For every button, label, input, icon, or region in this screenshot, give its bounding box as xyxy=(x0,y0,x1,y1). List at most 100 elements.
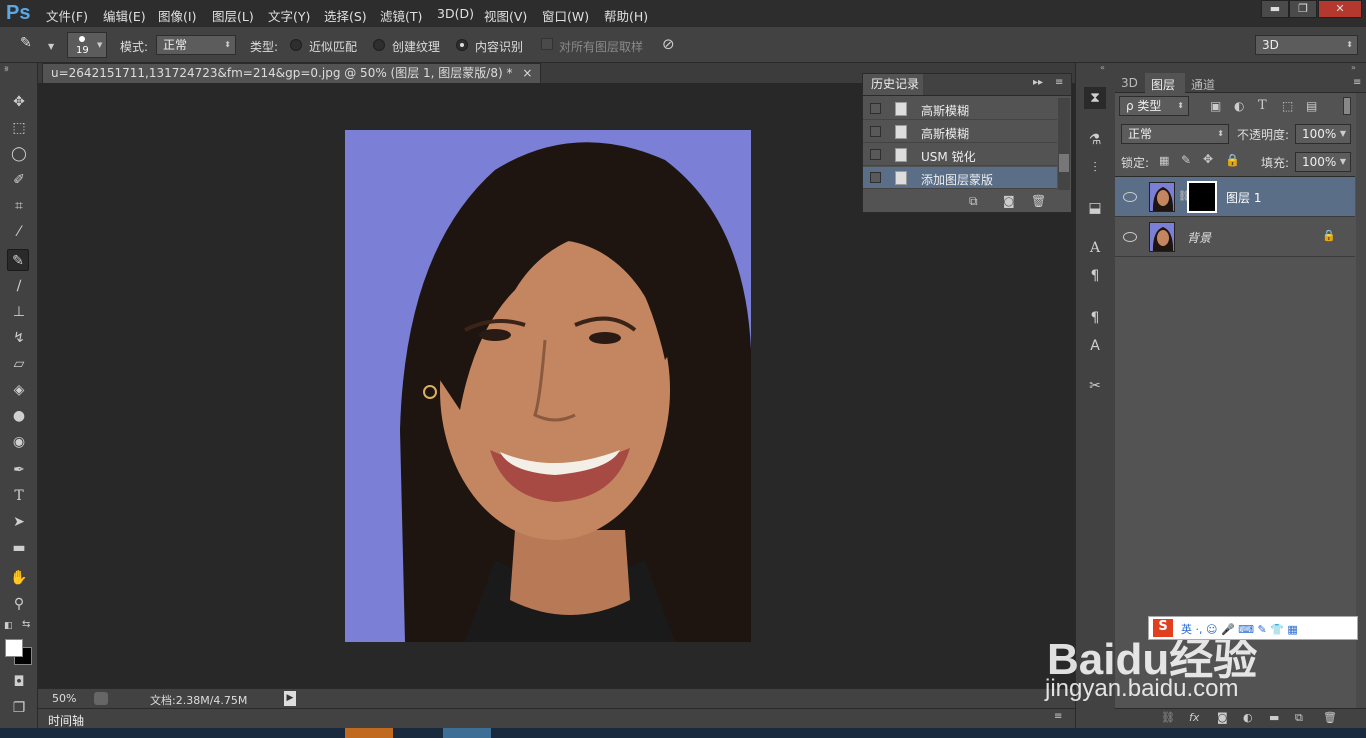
new-layer-icon[interactable]: ⧉ xyxy=(1295,711,1303,725)
lock-transparency-icon[interactable]: ▦ xyxy=(1159,154,1169,167)
lock-all-icon[interactable]: 🔒 xyxy=(1225,153,1240,167)
quick-select-tool-icon[interactable]: ✐ xyxy=(8,169,30,191)
brush-tool-icon[interactable]: ∕ xyxy=(8,275,30,297)
foreground-color-swatch[interactable] xyxy=(5,639,23,657)
pen-tool-icon[interactable]: ✒ xyxy=(8,459,30,481)
camera-snapshot-icon[interactable]: ◙ xyxy=(1003,194,1015,208)
paint-bucket-tool-icon[interactable]: ◈ xyxy=(8,379,30,401)
clone-stamp-tool-icon[interactable]: ⊥ xyxy=(8,301,30,323)
new-group-icon[interactable]: ▬ xyxy=(1269,711,1279,724)
shape-filter-icon[interactable]: ⬚ xyxy=(1282,99,1293,113)
workspace-select[interactable]: 3D ⬍ xyxy=(1255,35,1358,55)
mode-select[interactable]: 正常 ⬍ xyxy=(156,35,236,55)
history-brush-tool-icon[interactable]: ↯ xyxy=(8,327,30,349)
collapse-arrows-icon[interactable]: « xyxy=(1100,63,1105,72)
timeline-tab[interactable]: 时间轴 xyxy=(48,712,84,729)
history-snapshot-checkbox[interactable] xyxy=(870,149,881,160)
minimize-button[interactable]: ▬ xyxy=(1261,0,1289,18)
history-item[interactable]: USM 锐化 xyxy=(863,144,1057,166)
smart-object-filter-icon[interactable]: ▤ xyxy=(1306,99,1317,113)
menu-3d[interactable]: 3D(D) xyxy=(437,6,474,21)
history-item[interactable]: 高斯模糊 xyxy=(863,121,1057,143)
move-tool-icon[interactable]: ✥ xyxy=(8,91,30,113)
channels-icon[interactable]: ⫶ xyxy=(1084,157,1106,179)
restore-button[interactable]: ❐ xyxy=(1289,0,1317,18)
type-tool-icon[interactable]: T xyxy=(8,485,30,507)
visibility-eye-icon[interactable] xyxy=(1123,232,1137,242)
type-filter-icon[interactable]: T xyxy=(1258,98,1267,113)
tab-layers[interactable]: 图层 xyxy=(1151,76,1175,93)
brush-size-picker[interactable]: 19 ▼ xyxy=(67,32,107,58)
hand-tool-icon[interactable]: ✋ xyxy=(8,567,30,589)
tab-3d[interactable]: 3D xyxy=(1121,76,1138,90)
history-item-selected[interactable]: 添加图层蒙版 xyxy=(863,167,1057,189)
status-info-icon[interactable] xyxy=(94,692,108,705)
opacity-field[interactable]: 100% ▼ xyxy=(1295,124,1351,144)
panel-menu-icon[interactable]: ≡ xyxy=(1054,711,1062,722)
expand-arrows-icon[interactable]: » xyxy=(4,65,9,74)
spot-healing-tool-icon[interactable]: ✎ xyxy=(7,249,29,271)
menu-select[interactable]: 选择(S) xyxy=(324,6,367,25)
history-snapshot-checkbox[interactable] xyxy=(870,103,881,114)
dodge-tool-icon[interactable]: ◉ xyxy=(8,431,30,453)
sample-all-layers-checkbox[interactable] xyxy=(541,38,553,50)
marquee-tool-icon[interactable]: ⬚ xyxy=(8,117,30,139)
blur-tool-icon[interactable]: ● xyxy=(8,405,30,427)
crop-tool-icon[interactable]: ⌗ xyxy=(8,195,30,217)
layer-row-selected[interactable]: ⛓ 图层 1 xyxy=(1115,177,1355,217)
menu-view[interactable]: 视图(V) xyxy=(484,6,527,25)
history-panel-icon[interactable]: ⧗ xyxy=(1084,87,1106,109)
sogou-logo-icon[interactable]: S xyxy=(1153,619,1173,637)
eyedropper-tool-icon[interactable]: ⁄ xyxy=(8,221,30,243)
filter-toggle[interactable] xyxy=(1343,97,1351,115)
blend-mode-select[interactable]: 正常 ⬍ xyxy=(1121,124,1229,144)
fx-icon[interactable]: fx xyxy=(1189,711,1199,724)
taskbar-app-button[interactable] xyxy=(443,728,491,738)
radio-content-aware[interactable] xyxy=(456,39,468,51)
layer-filter-select[interactable]: ρ 类型 ⬍ xyxy=(1119,96,1189,116)
adjustment-layer-icon[interactable]: ◐ xyxy=(1243,711,1253,724)
lock-position-icon[interactable]: ✥ xyxy=(1203,152,1213,166)
eraser-tool-icon[interactable]: ▱ xyxy=(8,353,30,375)
radio-create-texture[interactable] xyxy=(373,39,385,51)
link-layers-icon[interactable]: ⛓ xyxy=(1161,711,1175,724)
paragraph-icon[interactable]: ¶ xyxy=(1084,265,1106,287)
history-snapshot-checkbox[interactable] xyxy=(870,126,881,137)
document-canvas-image[interactable] xyxy=(345,130,751,642)
menu-type[interactable]: 文字(Y) xyxy=(268,6,310,25)
pressure-size-icon[interactable]: ⊘ xyxy=(662,35,675,53)
quick-mask-icon[interactable]: ◘ xyxy=(8,671,30,693)
history-item[interactable]: 高斯模糊 xyxy=(863,98,1057,120)
layer-row[interactable]: 背景 🔒 xyxy=(1115,217,1355,257)
menu-filter[interactable]: 滤镜(T) xyxy=(380,6,422,25)
paragraph-styles-icon[interactable]: ¶ xyxy=(1084,307,1106,329)
history-scrollbar[interactable] xyxy=(1058,98,1070,190)
menu-layer[interactable]: 图层(L) xyxy=(212,6,254,25)
taskbar-app-button[interactable] xyxy=(345,728,393,738)
history-snapshot-checkbox[interactable] xyxy=(870,172,881,183)
character-styles-icon[interactable]: A xyxy=(1084,335,1106,357)
close-button[interactable]: ✕ xyxy=(1318,0,1362,18)
character-icon[interactable]: A xyxy=(1084,237,1106,259)
fill-field[interactable]: 100% ▼ xyxy=(1295,152,1351,172)
zoom-tool-icon[interactable]: ⚲ xyxy=(8,593,30,615)
tab-close-icon[interactable]: × xyxy=(522,66,532,80)
collapse-panel-icon[interactable]: ▸▸ xyxy=(1033,77,1043,88)
layer-comps-icon[interactable]: ⬓ xyxy=(1084,197,1106,219)
default-colors-icon[interactable]: ◧ xyxy=(4,621,13,631)
new-document-from-state-icon[interactable]: ⧉ xyxy=(969,194,978,209)
layer-mask-thumbnail[interactable] xyxy=(1187,181,1217,213)
layer-name[interactable]: 背景 xyxy=(1187,229,1211,246)
zoom-level[interactable]: 50% xyxy=(52,692,76,705)
path-select-tool-icon[interactable]: ➤ xyxy=(8,511,30,533)
panel-menu-icon[interactable]: ≡ xyxy=(1353,77,1361,88)
swap-colors-icon[interactable]: ⇆ xyxy=(22,619,30,630)
pixel-filter-icon[interactable]: ▣ xyxy=(1210,99,1221,113)
status-menu-arrow-icon[interactable]: ▶ xyxy=(284,691,296,706)
trash-icon[interactable]: 🗑 xyxy=(1031,194,1046,208)
spot-healing-brush-icon[interactable]: ✎ xyxy=(20,35,42,55)
menu-image[interactable]: 图像(I) xyxy=(158,6,196,25)
panel-menu-icon[interactable]: ≡ xyxy=(1055,77,1063,88)
rectangle-tool-icon[interactable]: ▬ xyxy=(8,537,30,559)
add-mask-icon[interactable]: ◙ xyxy=(1217,711,1228,724)
